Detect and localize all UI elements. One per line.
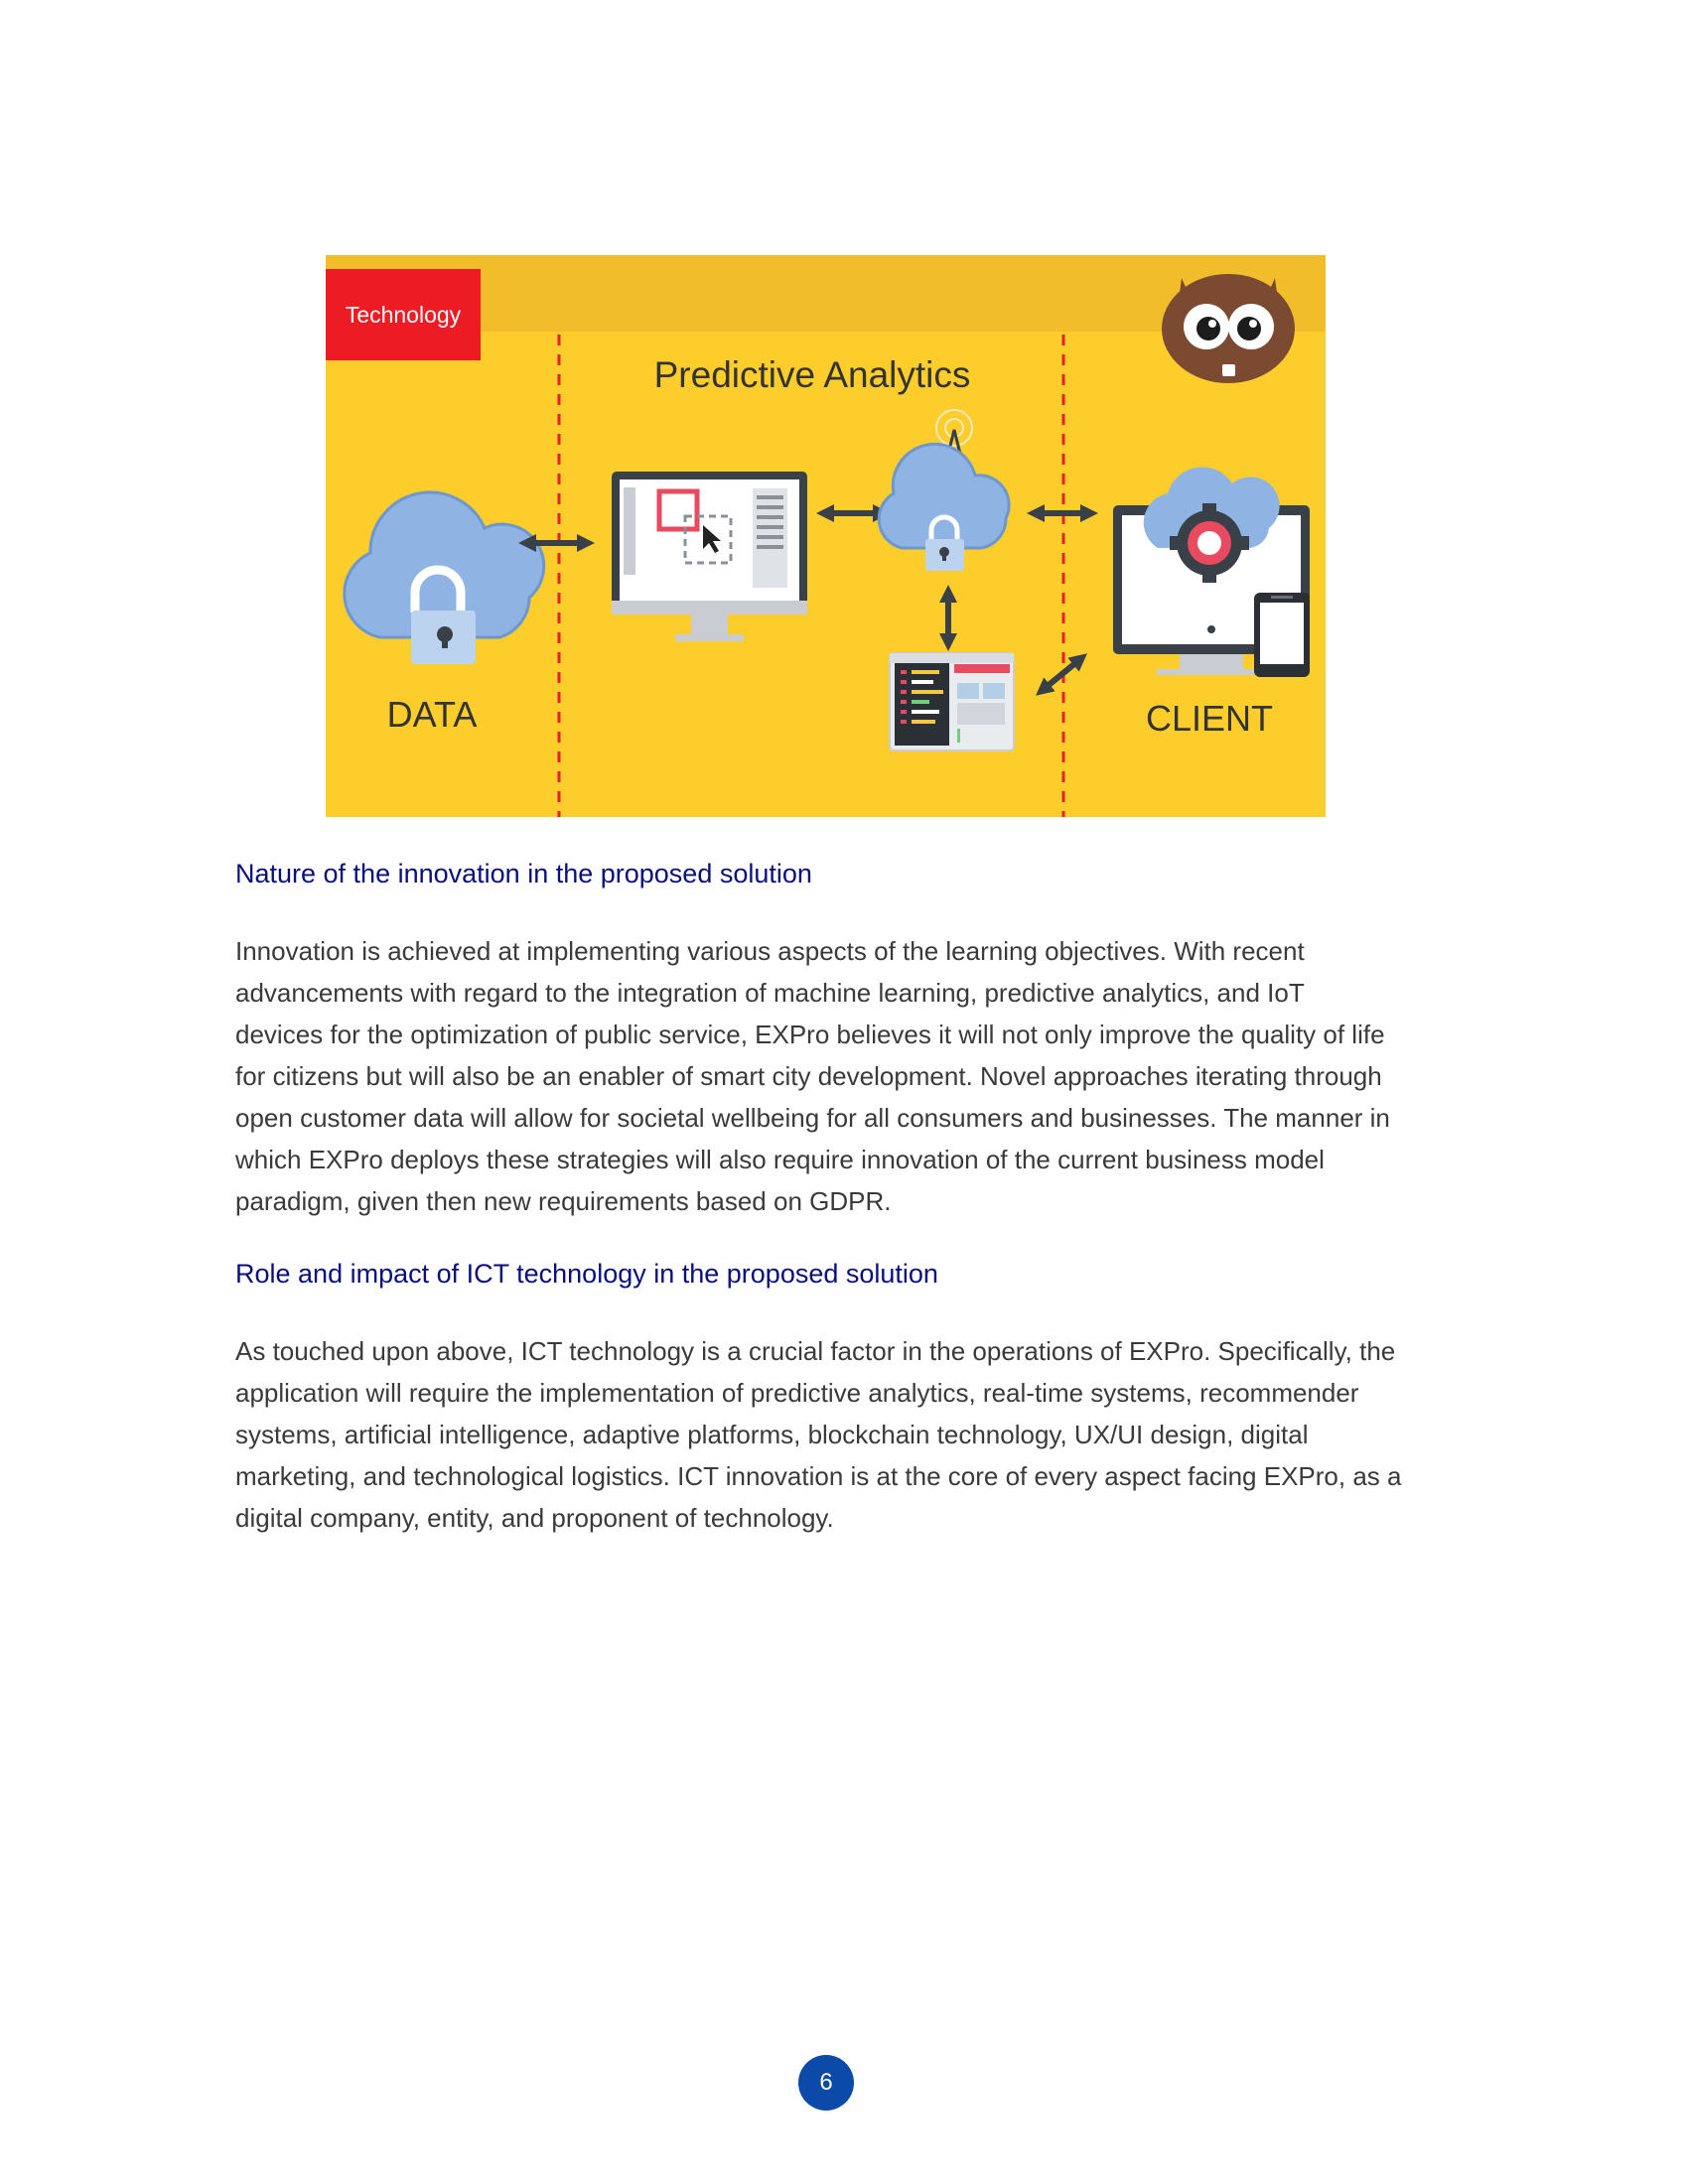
predictive-analytics-figure: Technology Predictive Analytics DATA CLI… (326, 255, 1326, 817)
section-heading-role: Role and impact of ICT technology in the… (235, 1259, 938, 1289)
figure-heading: Predictive Analytics (654, 354, 971, 395)
data-label: DATA (387, 694, 478, 735)
paragraph-line: devices for the optimization of public s… (235, 1020, 1385, 1049)
client-label: CLIENT (1146, 698, 1273, 739)
paragraph-line: Innovation is achieved at implementing v… (235, 936, 1305, 966)
paragraph-line: application will require the implementat… (235, 1378, 1359, 1408)
paragraph-line: paradigm, given then new requirements ba… (235, 1186, 892, 1216)
paragraph-line: marketing, and technological logistics. … (235, 1461, 1402, 1491)
technology-tag-label: Technology (346, 302, 462, 328)
beaver-mascot-icon (1162, 274, 1295, 383)
paragraph-line: which EXPro deploys these strategies wil… (235, 1145, 1325, 1174)
code-window-icon (889, 652, 1015, 751)
paragraph-line: open customer data will allow for societ… (235, 1103, 1390, 1133)
paragraph-line: As touched upon above, ICT technology is… (235, 1336, 1396, 1366)
section-paragraph-nature: Innovation is achieved at implementing v… (235, 930, 1457, 1222)
section-paragraph-role: As touched upon above, ICT technology is… (235, 1330, 1457, 1539)
paragraph-line: systems, artificial intelligence, adapti… (235, 1420, 1309, 1449)
section-heading-nature: Nature of the innovation in the proposed… (235, 859, 812, 888)
paragraph-line: advancements with regard to the integrat… (235, 978, 1305, 1008)
paragraph-line: digital company, entity, and proponent o… (235, 1503, 834, 1533)
paragraph-line: for citizens but will also be an enabler… (235, 1061, 1382, 1091)
page-number: 6 (798, 2055, 854, 2111)
